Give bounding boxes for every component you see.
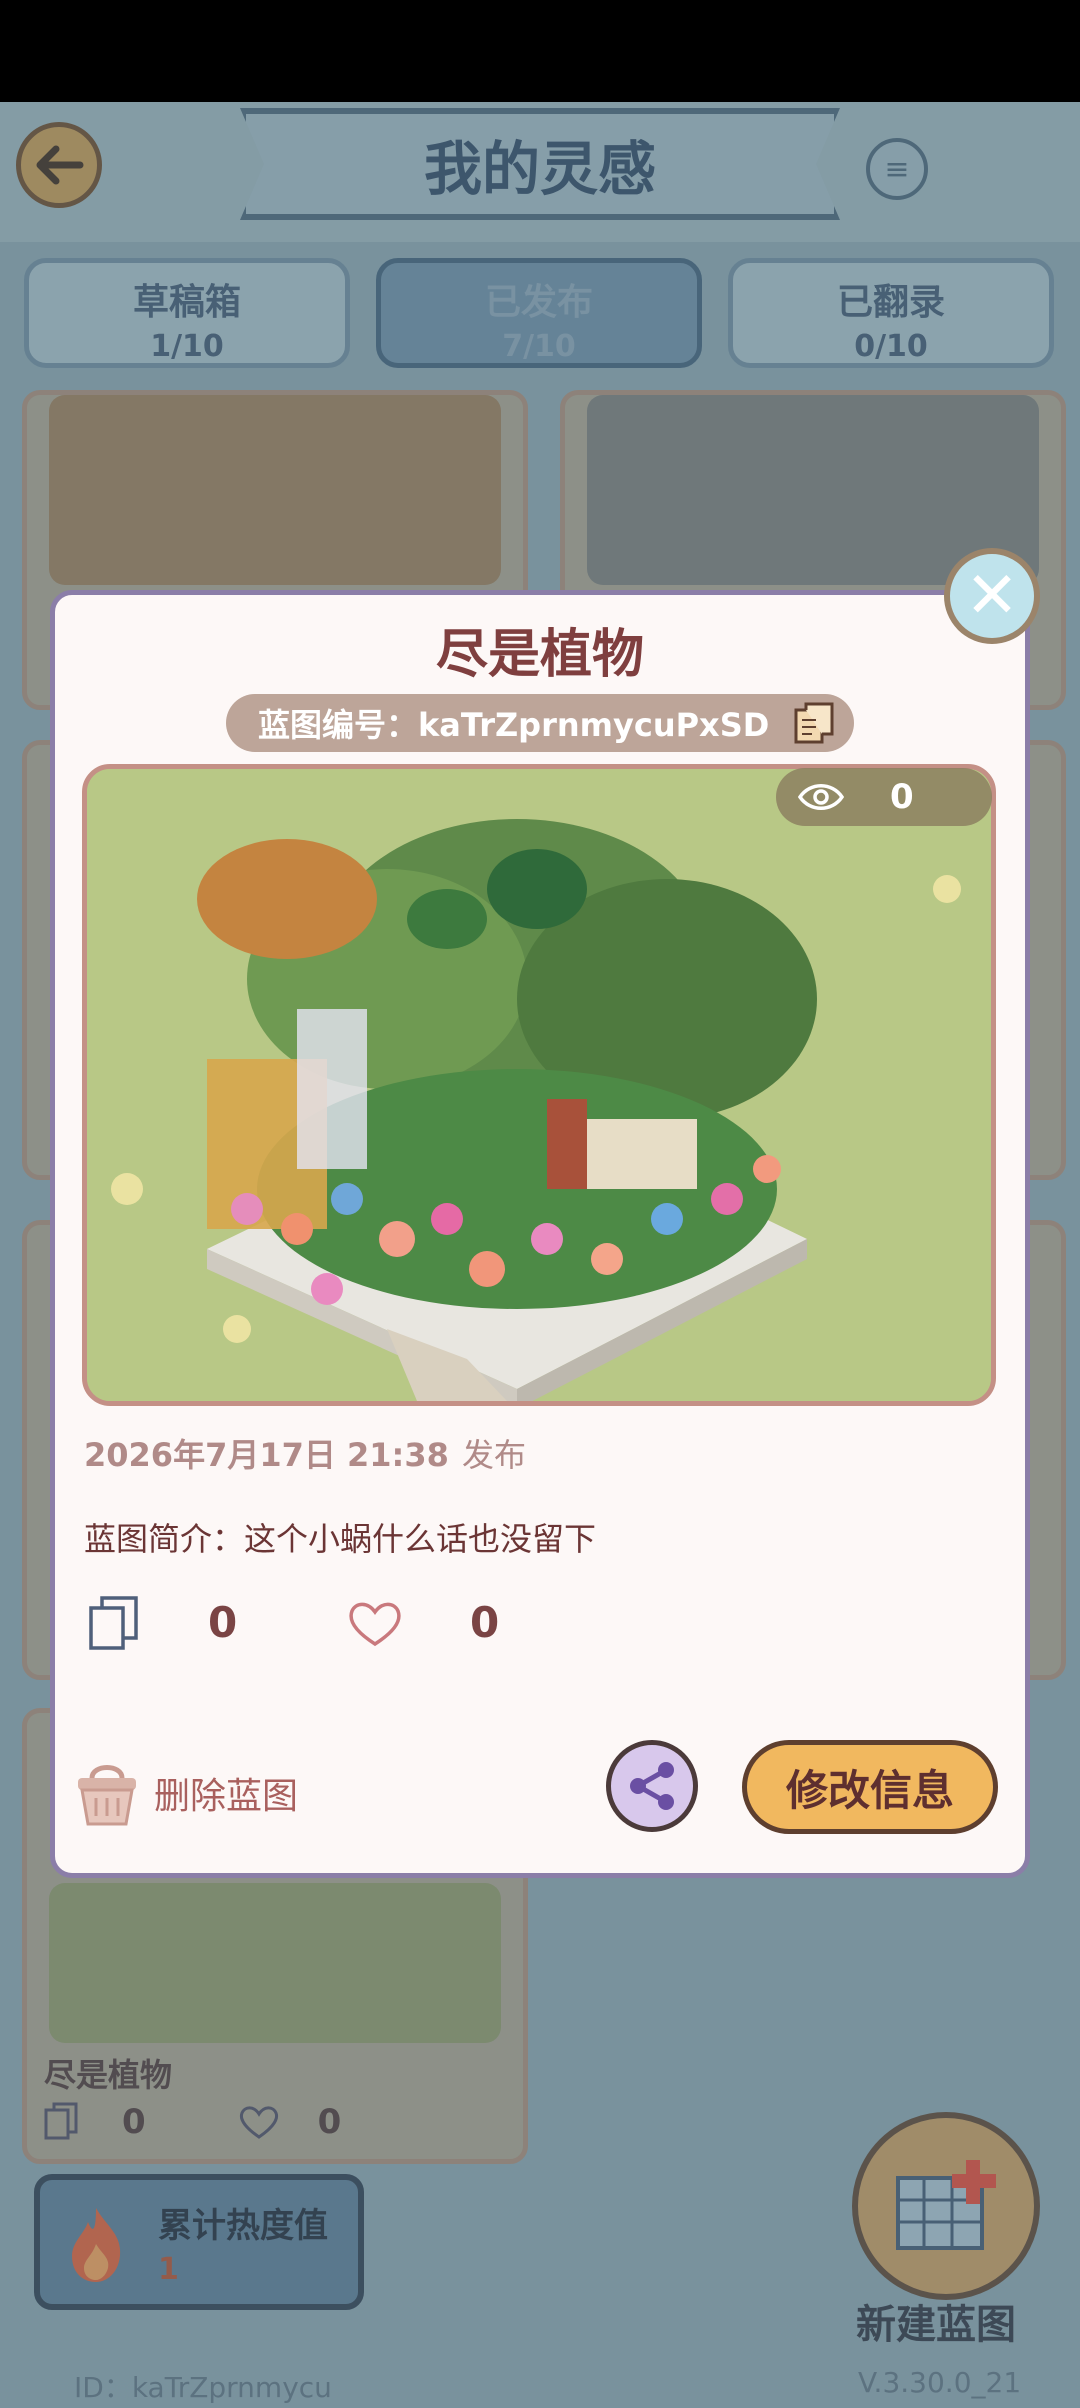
blueprint-id-text: 蓝图编号：kaTrZprnmycuPxSD: [258, 706, 770, 744]
basket-icon: [78, 1765, 136, 1826]
modal-title: 尽是植物: [435, 625, 644, 685]
blueprint-description: 蓝图简介：这个小蜗什么话也没留下: [84, 1520, 597, 1558]
heart-icon[interactable]: [346, 1600, 404, 1648]
copy-count: 0: [208, 1598, 238, 1647]
blueprint-preview-image: [82, 764, 996, 1406]
views-count: 0: [890, 777, 914, 817]
delete-label: 删除蓝图: [154, 1776, 299, 1817]
blueprint-id-pill: 蓝图编号：kaTrZprnmycuPxSD: [226, 694, 854, 752]
share-icon: [630, 1762, 674, 1810]
like-count: 0: [470, 1598, 500, 1647]
views-badge: 0: [776, 768, 992, 826]
status-bar: [0, 0, 1080, 102]
eye-icon: [798, 784, 844, 810]
publish-date: 2026年7月17日 21:38: [84, 1436, 449, 1474]
copy-id-icon[interactable]: [792, 700, 838, 746]
share-button[interactable]: [606, 1740, 698, 1832]
garden-illustration: [87, 769, 991, 1401]
delete-blueprint-button[interactable]: 删除蓝图: [74, 1758, 298, 1828]
copy-icon: [89, 1596, 138, 1650]
edit-info-button[interactable]: 修改信息: [742, 1740, 998, 1834]
publish-label: 发布: [462, 1436, 527, 1474]
